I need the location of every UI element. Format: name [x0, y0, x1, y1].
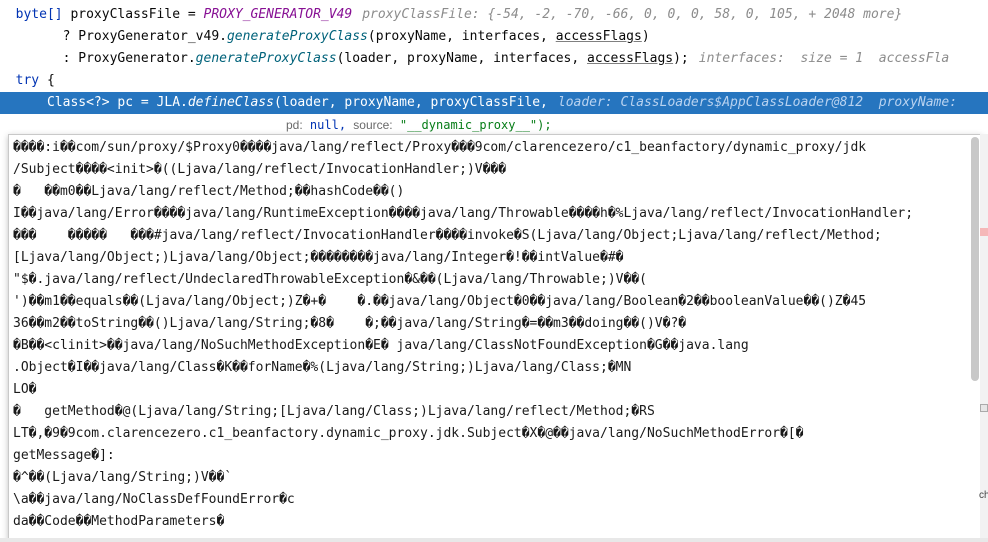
parameter-hint-bar: pd: null, source: "__dynamic_proxy__");: [286, 114, 552, 136]
popup-line: LO�: [13, 382, 37, 397]
method-args: (loader, proxyName, interfaces,: [336, 51, 588, 66]
code-prefix: ? ProxyGenerator_v49.: [0, 29, 227, 44]
right-gutter: [980, 134, 988, 538]
popup-line: ')��m1��equals��(Ljava/lang/Object;)Z�+�…: [13, 294, 867, 309]
popup-line: .Object�I��java/lang/Class�K��forName�%(…: [13, 360, 632, 375]
source-value: "__dynamic_proxy__");: [399, 118, 552, 132]
error-stripe-marker: [980, 404, 988, 412]
popup-scrollbar[interactable]: [971, 137, 979, 537]
method-args-close: );: [673, 51, 689, 66]
highlighted-execution-line[interactable]: Class<?> pc = JLA.defineClass(loader, pr…: [0, 92, 988, 114]
underlined-arg: accessFlags: [555, 29, 642, 44]
method-args: (loader, proxyName, proxyClassFile,: [273, 95, 548, 110]
popup-line: 36��m2��toString��()Ljava/lang/String;�8…: [13, 316, 687, 331]
try-keyword: try: [15, 73, 40, 88]
code-brace: {: [39, 73, 55, 88]
type-keyword: byte[]: [15, 7, 71, 22]
pd-label: pd:: [286, 118, 303, 132]
popup-line: � getMethod�@(Ljava/lang/String;[Ljava/l…: [13, 404, 655, 419]
popup-line: ����:i��com/sun/proxy/$Proxy0����java/la…: [13, 140, 867, 155]
popup-scrollbar-thumb[interactable]: [971, 137, 979, 381]
assign-operator: =: [180, 7, 204, 22]
popup-byte-text[interactable]: ����:i��com/sun/proxy/$Proxy0����java/la…: [13, 137, 967, 533]
popup-line: � ��m0��Ljava/lang/reflect/Method;��hash…: [13, 184, 405, 199]
popup-line: getMessage�]:: [13, 448, 115, 463]
bottom-strip: [0, 538, 988, 542]
method-args-close: ): [641, 29, 650, 44]
pd-value: null,: [309, 118, 347, 132]
value-popup[interactable]: ����:i��com/sun/proxy/$Proxy0����java/la…: [8, 134, 982, 540]
popup-line: ��� ����� ���#java/lang/reflect/Invocati…: [13, 228, 882, 243]
constant-name: PROXY_GENERATOR_V49: [203, 7, 353, 22]
error-stripe-marker: [980, 228, 988, 236]
variable-name: proxyClassFile: [70, 7, 181, 22]
popup-line: /Subject����<init>�((Ljava/lang/reflect/…: [13, 162, 507, 177]
popup-line: "$�.java/lang/reflect/UndeclaredThrowabl…: [13, 272, 647, 287]
inline-debug-hint[interactable]: proxyClassFile: {-54, -2, -70, -66, 0, 0…: [362, 7, 902, 22]
popup-line: I��java/lang/Error����java/lang/RuntimeE…: [13, 206, 914, 221]
inline-debug-hint[interactable]: loader: ClassLoaders$AppClassLoader@812 …: [558, 95, 957, 110]
popup-line: [Ljava/lang/Object;)Ljava/lang/Object;��…: [13, 250, 624, 265]
code-prefix: Class<?> pc = JLA.: [15, 95, 188, 110]
code-line-3: : ProxyGenerator.generateProxyClass(load…: [0, 48, 988, 70]
code-line-2: ? ProxyGenerator_v49.generateProxyClass(…: [0, 26, 988, 48]
method-call: generateProxyClass: [195, 51, 337, 66]
code-prefix: : ProxyGenerator.: [0, 51, 196, 66]
popup-line: da��Code��MethodParameters�: [13, 514, 225, 529]
popup-line: �B��<clinit>��java/lang/NoSuchMethodExce…: [13, 338, 749, 353]
method-args: (proxyName, interfaces,: [367, 29, 556, 44]
source-label: source:: [353, 118, 393, 132]
method-call: defineClass: [187, 95, 274, 110]
code-line-1: byte[] proxyClassFile = PROXY_GENERATOR_…: [0, 4, 988, 26]
edge-tag: ch: [979, 490, 988, 501]
popup-line: \a��java/lang/NoClassDefFoundError�c: [13, 492, 295, 507]
inline-debug-hint[interactable]: interfaces: size = 1 accessFla: [699, 51, 949, 66]
popup-line: LT�,�9�9com.clarencezero.c1_beanfactory.…: [13, 426, 804, 441]
underlined-arg: accessFlags: [587, 51, 674, 66]
code-line-4: try {: [0, 70, 988, 92]
method-call: generateProxyClass: [226, 29, 368, 44]
popup-line: �^��(Ljava/lang/String;)V��`: [13, 470, 233, 485]
